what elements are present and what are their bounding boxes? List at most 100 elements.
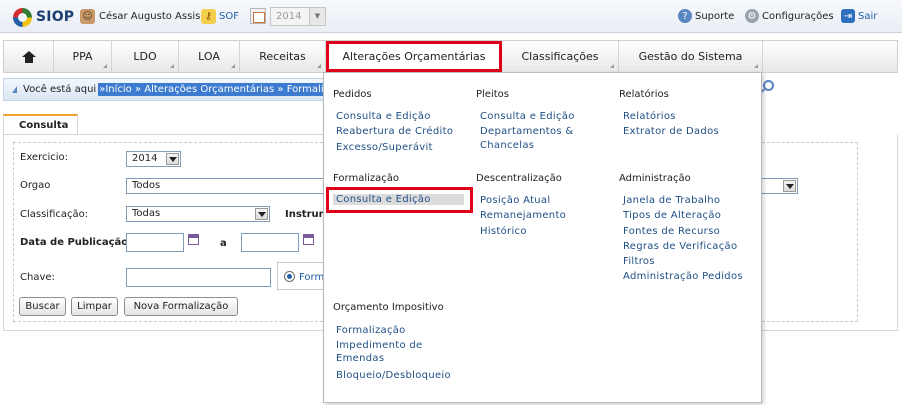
menu-item-pleitos-consulta[interactable]: Consulta e Edição — [480, 111, 575, 122]
exercicio-label: Exercicio: — [20, 152, 69, 163]
nav-label: Gestão do Sistema — [638, 50, 743, 63]
radio-label: Form — [299, 272, 325, 283]
year-select[interactable]: 2014 ▼ — [270, 7, 326, 26]
menu-item-bloqueio[interactable]: Bloqueio/Desbloqueio — [336, 370, 451, 381]
nav-label: LDO — [133, 50, 157, 63]
data-inicio-input[interactable] — [126, 233, 184, 252]
filter-fieldset — [13, 142, 323, 322]
menu-item-impositivo-formalizacao[interactable]: Formalização — [336, 325, 406, 336]
suporte-link[interactable]: ? Suporte — [678, 9, 734, 23]
nav-item-ppa[interactable]: PPA — [54, 41, 112, 72]
menu-item-posicao-atual[interactable]: Posição Atual — [480, 195, 550, 206]
menu-heading-pleitos: Pleitos — [476, 89, 509, 100]
main-nav: PPA LDO LOA Receitas Alterações Orçament… — [3, 40, 898, 73]
chave-input[interactable] — [126, 268, 271, 287]
orgao-label: Orgao — [20, 180, 51, 191]
breadcrumb-arrow-icon — [12, 86, 17, 93]
menu-item-janela-trabalho[interactable]: Janela de Trabalho — [623, 195, 720, 206]
nav-label: Receitas — [259, 50, 306, 63]
chave-label: Chave: — [20, 272, 55, 283]
gear-icon: ⚙ — [745, 9, 759, 23]
buscar-button[interactable]: Buscar — [19, 297, 66, 316]
breadcrumb-label: Você está aqui — [23, 84, 97, 95]
nav-label: Classificações — [521, 50, 599, 63]
calendar-icon — [250, 8, 266, 24]
configuracoes-link[interactable]: ⚙ Configurações — [745, 9, 834, 23]
nav-item-receitas[interactable]: Receitas — [240, 41, 326, 72]
chevron-down-icon — [166, 153, 179, 165]
menu-item-pleitos-chancelas[interactable]: Chancelas — [480, 140, 534, 151]
calendar-icon[interactable] — [188, 234, 199, 245]
menu-item-tipos-alteracao[interactable]: Tipos de Alteração — [623, 210, 721, 221]
orgao-select[interactable]: Todos — [126, 178, 326, 194]
calendar-icon[interactable] — [303, 234, 314, 245]
user-info: ☺ César Augusto Assis — [80, 9, 200, 24]
filter-fieldset-right — [762, 142, 858, 322]
classificacao-select[interactable]: Todas — [126, 206, 270, 222]
nav-label: PPA — [72, 50, 93, 63]
nav-home[interactable] — [4, 41, 54, 72]
search-icon[interactable] — [763, 80, 774, 91]
nav-item-ldo[interactable]: LDO — [112, 41, 179, 72]
key-icon: ⚷ — [201, 9, 216, 24]
classificacao-label: Classificação: — [20, 209, 89, 220]
menu-item-emendas[interactable]: Emendas — [336, 353, 384, 364]
siop-logo[interactable]: SIOP — [13, 7, 74, 27]
suporte-label: Suporte — [695, 10, 735, 22]
logo-text: SIOP — [36, 9, 75, 25]
formalizacao-radio[interactable] — [284, 271, 295, 282]
limpar-button[interactable]: Limpar — [71, 297, 118, 316]
menu-item-remanejamento[interactable]: Remanejamento — [480, 210, 566, 221]
menu-item-impedimento[interactable]: Impedimento de — [336, 340, 422, 351]
top-bar: SIOP ☺ César Augusto Assis ⚷ SOF 2014 ▼ … — [0, 0, 902, 33]
menu-item-historico[interactable]: Histórico — [480, 226, 527, 237]
siop-logo-icon — [13, 7, 32, 27]
menu-item-pleitos-departamentos[interactable]: Departamentos & — [480, 126, 573, 137]
menu-heading-orcamento-impositivo: Orçamento Impositivo — [333, 302, 444, 313]
chevron-down-icon: ▼ — [309, 8, 325, 25]
sair-link[interactable]: ⇥ Sair — [841, 9, 877, 23]
nav-item-loa[interactable]: LOA — [179, 41, 240, 72]
sof-label: SOF — [219, 11, 239, 22]
menu-item-extrator[interactable]: Extrator de Dados — [623, 126, 719, 137]
breadcrumb-path[interactable]: »Início » Alterações Orçamentárias » For… — [98, 83, 336, 96]
logout-icon: ⇥ — [841, 9, 855, 23]
nav-item-alteracoes-orcamentarias[interactable]: Alterações Orçamentárias — [326, 41, 502, 72]
menu-item-relatorios[interactable]: Relatórios — [623, 111, 676, 122]
highlight-box — [326, 187, 473, 213]
menu-item-fontes-recurso[interactable]: Fontes de Recurso — [623, 226, 720, 237]
menu-item-pedidos-reabertura[interactable]: Reabertura de Crédito — [336, 126, 453, 137]
menu-heading-formalizacao: Formalização — [333, 173, 399, 184]
user-name: César Augusto Assis — [99, 11, 201, 22]
classificacao-value: Todas — [132, 208, 161, 219]
sof-link[interactable]: ⚷ SOF — [201, 9, 239, 24]
menu-item-filtros[interactable]: Filtros — [623, 256, 655, 267]
exercicio-select[interactable]: 2014 — [126, 151, 181, 167]
nav-label: LOA — [198, 50, 220, 63]
year-value: 2014 — [276, 11, 302, 22]
nav-item-gestao-do-sistema[interactable]: Gestão do Sistema — [619, 41, 763, 72]
menu-heading-pedidos: Pedidos — [333, 89, 372, 100]
tab-consulta[interactable]: Consulta — [3, 114, 78, 135]
data-publicacao-label: Data de Publicação: — [20, 237, 133, 248]
menu-item-regras-verificacao[interactable]: Regras de Verificação — [623, 241, 737, 252]
sair-label: Sair — [858, 10, 878, 22]
configuracoes-label: Configurações — [762, 10, 834, 22]
nav-item-classificacoes[interactable]: Classificações — [502, 41, 619, 72]
menu-heading-relatorios: Relatórios — [619, 89, 669, 100]
data-separator: a — [220, 238, 227, 249]
help-icon: ? — [678, 9, 692, 23]
menu-heading-administracao: Administração — [619, 173, 691, 184]
menu-heading-descentralizacao: Descentralização — [476, 173, 562, 184]
menu-item-administracao-pedidos[interactable]: Administração Pedidos — [623, 271, 743, 282]
chevron-down-icon — [783, 180, 796, 192]
menu-item-pedidos-consulta[interactable]: Consulta e Edição — [336, 111, 431, 122]
orgao-value: Todos — [132, 180, 161, 191]
data-fim-input[interactable] — [241, 233, 299, 252]
home-icon — [21, 50, 36, 63]
exercicio-value: 2014 — [132, 153, 158, 164]
nav-label: Alterações Orçamentárias — [342, 50, 486, 63]
menu-item-pedidos-excesso[interactable]: Excesso/Superávit — [336, 142, 433, 153]
orgao-select-end[interactable] — [762, 178, 798, 194]
nova-formalizacao-button[interactable]: Nova Formalização — [124, 297, 238, 316]
